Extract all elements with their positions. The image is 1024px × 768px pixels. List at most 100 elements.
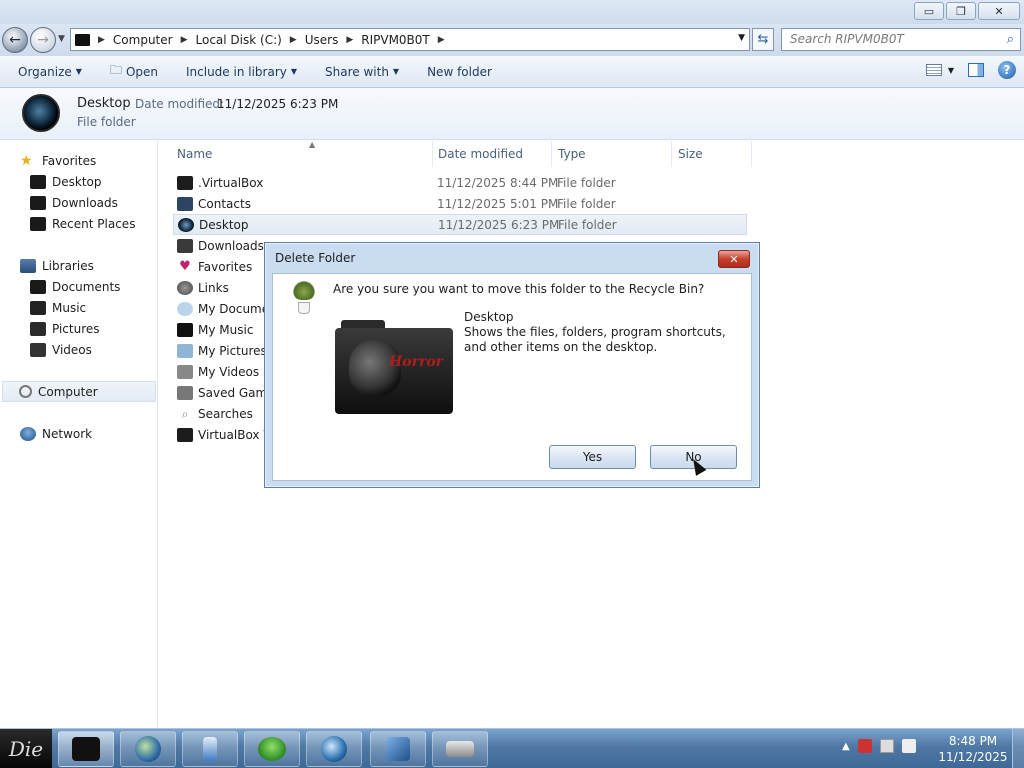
nav-label: Recent Places — [52, 216, 136, 231]
column-header-date[interactable]: Date modified — [432, 141, 552, 167]
taskbar-virtualbox[interactable] — [370, 731, 426, 767]
refresh-button[interactable]: ⇆ — [752, 28, 774, 51]
action-center-icon[interactable] — [857, 739, 872, 753]
nav-label: Music — [52, 300, 87, 315]
messenger-icon — [258, 737, 286, 761]
forward-button[interactable]: → — [30, 27, 56, 53]
searches-icon: ⌕ — [181, 406, 189, 421]
taskbar-drive[interactable] — [432, 731, 488, 767]
breadcrumb-arrow-icon[interactable]: ▶ — [438, 35, 445, 45]
taskbar-usb[interactable] — [182, 731, 238, 767]
nav-item-videos[interactable]: Videos — [30, 339, 92, 360]
back-button[interactable]: ← — [2, 27, 28, 53]
file-name: Favorites — [198, 259, 253, 274]
clock-time: 8:48 PM — [948, 734, 998, 748]
date-modified-value: 11/12/2025 6:23 PM — [217, 97, 339, 111]
minimize-button[interactable]: ▭ — [914, 2, 944, 20]
nav-computer[interactable]: Computer — [2, 381, 156, 402]
desktop-folder-icon — [22, 94, 60, 132]
links-icon — [177, 280, 193, 295]
nav-item-recent-places[interactable]: Recent Places — [30, 213, 135, 234]
breadcrumb-arrow-icon[interactable]: ▶ — [346, 35, 353, 45]
breadcrumb-users[interactable]: Users — [305, 33, 339, 47]
dialog-question: Are you sure you want to move this folde… — [333, 282, 705, 296]
file-date: 11/12/2025 8:44 PM — [437, 175, 559, 190]
nav-item-downloads[interactable]: Downloads — [30, 192, 118, 213]
breadcrumb-user-folder[interactable]: RIPVM0B0T — [361, 33, 430, 47]
share-with-menu[interactable]: Share with ▼ — [315, 65, 409, 79]
address-history-dropdown[interactable]: ▼ — [738, 33, 745, 43]
back-arrow-icon: ← — [9, 32, 21, 48]
saved-games-icon — [177, 385, 193, 400]
file-row[interactable]: Contacts 11/12/2025 5:01 PM File folder — [173, 193, 747, 214]
breadcrumb-arrow-icon[interactable]: ▶ — [290, 35, 297, 45]
help-icon[interactable]: ? — [998, 61, 1016, 79]
nav-item-music[interactable]: Music — [30, 297, 86, 318]
nav-favorites[interactable]: ★ Favorites — [20, 150, 96, 171]
disk-drive-icon — [446, 741, 474, 757]
toolbar-right: ▼ ? — [925, 61, 1016, 79]
taskbar-messenger[interactable] — [244, 731, 300, 767]
breadcrumb-arrow-icon[interactable]: ▶ — [98, 35, 105, 45]
dialog-folder-description: Shows the files, folders, program shortc… — [464, 325, 726, 354]
network-tray-icon[interactable] — [879, 739, 894, 753]
volume-muted-icon[interactable] — [901, 739, 916, 753]
taskbar-browser[interactable] — [120, 731, 176, 767]
column-header-size[interactable]: Size — [672, 141, 752, 167]
recent-pages-dropdown[interactable]: ▼ — [58, 34, 65, 44]
command-bar: Organize ▼ 🗀 Open Include in library ▼ S… — [0, 56, 1024, 88]
search-icon[interactable]: ⌕ — [1007, 32, 1014, 47]
nav-label: Desktop — [52, 174, 102, 189]
close-button[interactable]: ✕ — [978, 2, 1020, 20]
downloads-icon — [177, 238, 193, 253]
delete-folder-dialog: Delete Folder ✕ Are you sure you want to… — [264, 242, 760, 488]
search-input[interactable]: Search RIPVM0B0T ⌕ — [781, 28, 1021, 51]
clock[interactable]: 8:48 PM 11/12/2025 — [934, 733, 1012, 765]
horror-folder-icon: Horror — [335, 320, 453, 414]
column-header-name[interactable]: Name ▲ — [171, 140, 433, 167]
breadcrumb-arrow-icon[interactable]: ▶ — [181, 35, 188, 45]
view-list-icon — [925, 64, 942, 76]
folder-art-text: Horror — [389, 354, 444, 370]
breadcrumb-computer[interactable]: Computer — [113, 33, 173, 47]
search-placeholder: Search RIPVM0B0T — [790, 32, 904, 46]
nav-libraries[interactable]: Libraries — [20, 255, 94, 276]
file-name: Downloads — [198, 238, 264, 253]
nav-item-desktop[interactable]: Desktop — [30, 171, 102, 192]
change-view-button[interactable]: ▼ — [925, 64, 954, 76]
pictures-icon — [30, 321, 46, 336]
libraries-icon — [20, 258, 36, 273]
file-name: VirtualBox VI — [198, 427, 267, 442]
open-button[interactable]: 🗀 Open — [100, 61, 168, 82]
preview-pane-icon[interactable] — [968, 63, 984, 77]
virtualbox-icon — [386, 737, 410, 761]
clock-date: 11/12/2025 — [938, 750, 1008, 764]
organize-menu[interactable]: Organize ▼ — [8, 65, 92, 79]
file-date: 11/12/2025 6:23 PM — [438, 217, 560, 232]
file-row[interactable]: .VirtualBox 11/12/2025 8:44 PM File fold… — [173, 172, 747, 193]
restore-button[interactable]: ❐ — [946, 2, 976, 20]
videos-icon — [177, 364, 193, 379]
favorites-icon: ♥ — [179, 259, 191, 274]
nav-item-pictures[interactable]: Pictures — [30, 318, 100, 339]
taskbar-explorer[interactable] — [58, 731, 114, 767]
documents-icon — [177, 301, 193, 316]
dialog-close-button[interactable]: ✕ — [718, 250, 750, 268]
breadcrumb-local-disk[interactable]: Local Disk (C:) — [196, 33, 282, 47]
include-in-library-menu[interactable]: Include in library ▼ — [176, 65, 307, 79]
show-desktop-button[interactable] — [1012, 729, 1024, 768]
taskbar-media[interactable] — [306, 731, 362, 767]
address-bar[interactable]: ▶ Computer ▶ Local Disk (C:) ▶ Users ▶ R… — [70, 28, 750, 51]
column-header-type[interactable]: Type — [552, 141, 672, 167]
start-button[interactable]: Die — [0, 729, 52, 768]
yes-button[interactable]: Yes — [549, 445, 636, 469]
nav-network[interactable]: Network — [20, 423, 92, 444]
file-row-selected[interactable]: Desktop 11/12/2025 6:23 PM File folder — [173, 214, 747, 235]
new-folder-label: New folder — [427, 64, 492, 79]
nav-item-documents[interactable]: Documents — [30, 276, 120, 297]
show-hidden-icons-icon[interactable]: ▲ — [842, 741, 850, 752]
folder-icon — [75, 33, 90, 46]
file-name: Saved Game — [198, 385, 267, 400]
new-folder-button[interactable]: New folder — [417, 65, 502, 79]
date-modified-label: Date modified: — [135, 97, 225, 111]
